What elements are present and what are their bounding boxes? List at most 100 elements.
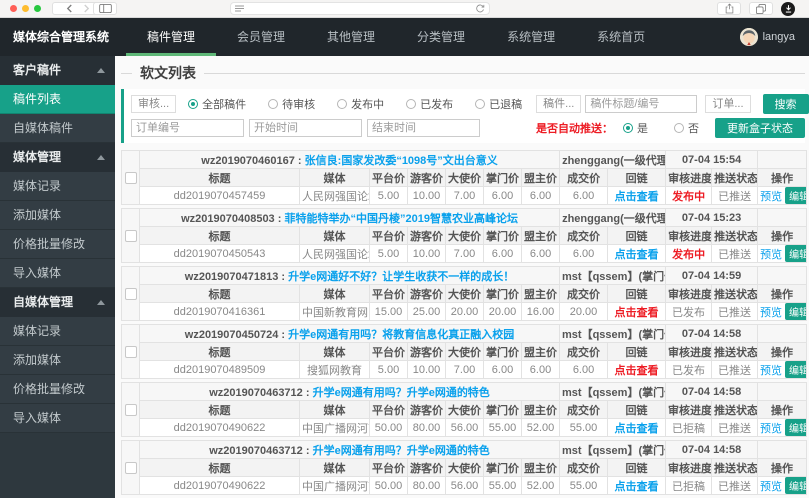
row-checkbox[interactable]	[124, 461, 137, 474]
auto-push-radio-1[interactable]: 是	[623, 120, 648, 136]
zoom-window-button[interactable]	[34, 5, 41, 12]
article-title-link[interactable]: 菲特能特举办“中国丹棱”2019智慧农业高峰论坛	[284, 213, 517, 225]
close-window-button[interactable]	[10, 5, 17, 12]
price-cell: 6.00	[520, 360, 561, 379]
topnav-menu: 稿件管理 会员管理 其他管理 分类管理 系统管理 系统首页	[126, 18, 666, 56]
edit-button[interactable]: 编辑	[785, 303, 806, 320]
row-checkbox[interactable]	[124, 229, 137, 242]
article-title-link[interactable]: 升学e网通有用吗？升学e网通的特色	[313, 387, 490, 399]
article-title-link[interactable]: 张信良:国家发改委“1098号”文出台意义	[305, 155, 498, 167]
reload-icon[interactable]	[475, 4, 485, 14]
column-header: 盟主价	[520, 342, 561, 361]
sidebar-item[interactable]: 自媒体稿件	[0, 114, 115, 143]
review-status: 已拒稿	[665, 476, 713, 495]
nav-item-2[interactable]: 会员管理	[216, 18, 306, 56]
article-title-link[interactable]: 升学e网通好不好？让学生收获不一样的成长！	[288, 271, 514, 283]
update-box-button[interactable]: 更新盒子状态	[715, 118, 805, 138]
search-button[interactable]: 搜索	[762, 94, 809, 114]
push-status: 已推送	[711, 244, 759, 263]
status-radio-1[interactable]: 全部稿件	[188, 96, 246, 112]
nav-item-5[interactable]: 系统管理	[486, 18, 576, 56]
preview-link[interactable]: 预览	[760, 307, 782, 319]
article-group-6: wz2019070463712 : 升学e网通有用吗？升学e网通的特色 mst【q…	[121, 440, 808, 495]
auto-push-radio-2[interactable]: 否	[674, 120, 699, 136]
sidebar-item[interactable]: 媒体记录	[0, 317, 115, 346]
start-time-input[interactable]	[249, 119, 362, 137]
column-header: 媒体	[299, 226, 370, 245]
backlink-link[interactable]: 点击查看	[615, 191, 659, 203]
nav-item-3[interactable]: 其他管理	[306, 18, 396, 56]
edit-button[interactable]: 编辑	[785, 361, 806, 378]
article-title-link[interactable]: 升学e网通有用吗？升学e网通的特色	[313, 445, 490, 457]
sidebar-item[interactable]: 价格批量修改	[0, 230, 115, 259]
user-area[interactable]: langya	[739, 18, 809, 56]
edit-button[interactable]: 编辑	[785, 477, 806, 494]
edit-button[interactable]: 编辑	[785, 419, 806, 436]
price-cell: 55.00	[559, 476, 609, 495]
sidebar-section-header-1[interactable]: 客户稿件	[0, 56, 115, 85]
price-cell: 52.00	[520, 418, 561, 437]
status-radio-4[interactable]: 已发布	[406, 96, 453, 112]
status-radio-3[interactable]: 发布中	[337, 96, 384, 112]
row-checkbox[interactable]	[124, 171, 137, 184]
preview-link[interactable]: 预览	[760, 481, 782, 493]
sidebar-item[interactable]: 价格批量修改	[0, 375, 115, 404]
preview-link[interactable]: 预览	[760, 423, 782, 435]
sidebar-section-header-2[interactable]: 媒体管理	[0, 143, 115, 172]
share-button[interactable]	[717, 2, 741, 15]
sidebar-item[interactable]: 导入媒体	[0, 404, 115, 433]
sidebar-toggle-button[interactable]	[93, 2, 117, 15]
forward-icon[interactable]	[83, 0, 90, 18]
download-button[interactable]	[781, 2, 795, 16]
backlink-link[interactable]: 点击查看	[615, 481, 659, 493]
back-icon[interactable]	[66, 0, 73, 18]
column-header: 推送状态	[711, 400, 759, 419]
nav-item-6[interactable]: 系统首页	[576, 18, 666, 56]
column-header: 媒体	[299, 458, 370, 477]
end-time-input[interactable]	[367, 119, 480, 137]
order-no-input[interactable]	[131, 119, 244, 137]
tabs-button[interactable]	[749, 2, 773, 15]
minimize-window-button[interactable]	[22, 5, 29, 12]
sidebar-item[interactable]: 添加媒体	[0, 201, 115, 230]
sidebar-item[interactable]: 稿件列表	[0, 85, 115, 114]
column-header: 盟主价	[520, 458, 561, 477]
sidebar-item[interactable]: 导入媒体	[0, 259, 115, 288]
dd-number: dd2019070457459	[139, 186, 300, 205]
edit-button[interactable]: 编辑	[785, 245, 806, 262]
sidebar-item[interactable]: 添加媒体	[0, 346, 115, 375]
price-cell: 7.00	[445, 186, 484, 205]
price-cell: 6.00	[559, 186, 609, 205]
row-checkbox[interactable]	[124, 403, 137, 416]
preview-link[interactable]: 预览	[760, 365, 782, 377]
column-header: 审核进度	[665, 342, 713, 361]
article-title-link[interactable]: 升学e网通有用吗？将教育信息化真正融入校园	[288, 329, 514, 341]
address-bar[interactable]	[230, 2, 490, 15]
user-avatar	[739, 28, 758, 46]
push-status: 已推送	[711, 186, 759, 205]
status-radio-5[interactable]: 已退稿	[475, 96, 522, 112]
backlink-link[interactable]: 点击查看	[615, 423, 659, 435]
column-header: 操作	[757, 342, 808, 361]
backlink-link[interactable]: 点击查看	[615, 249, 659, 261]
backlink-link[interactable]: 点击查看	[615, 365, 659, 377]
title-search-input[interactable]	[585, 95, 698, 113]
preview-link[interactable]: 预览	[760, 191, 782, 203]
column-header: 成交价	[559, 284, 609, 303]
sidebar-item[interactable]: 媒体记录	[0, 172, 115, 201]
column-header: 回链	[607, 226, 667, 245]
nav-item-1[interactable]: 稿件管理	[126, 18, 217, 56]
column-header: 游客价	[407, 284, 446, 303]
sidebar-section-header-3[interactable]: 自媒体管理	[0, 288, 115, 317]
status-radio-2[interactable]: 待审核	[268, 96, 315, 112]
column-header: 游客价	[407, 400, 446, 419]
backlink-link[interactable]: 点击查看	[615, 307, 659, 319]
price-cell: 10.00	[407, 186, 446, 205]
app-title: 媒体综合管理系统	[13, 30, 110, 44]
row-checkbox[interactable]	[124, 345, 137, 358]
collapse-arrow-icon	[97, 155, 105, 160]
row-checkbox[interactable]	[124, 287, 137, 300]
preview-link[interactable]: 预览	[760, 249, 782, 261]
nav-item-4[interactable]: 分类管理	[396, 18, 486, 56]
edit-button[interactable]: 编辑	[785, 187, 806, 204]
